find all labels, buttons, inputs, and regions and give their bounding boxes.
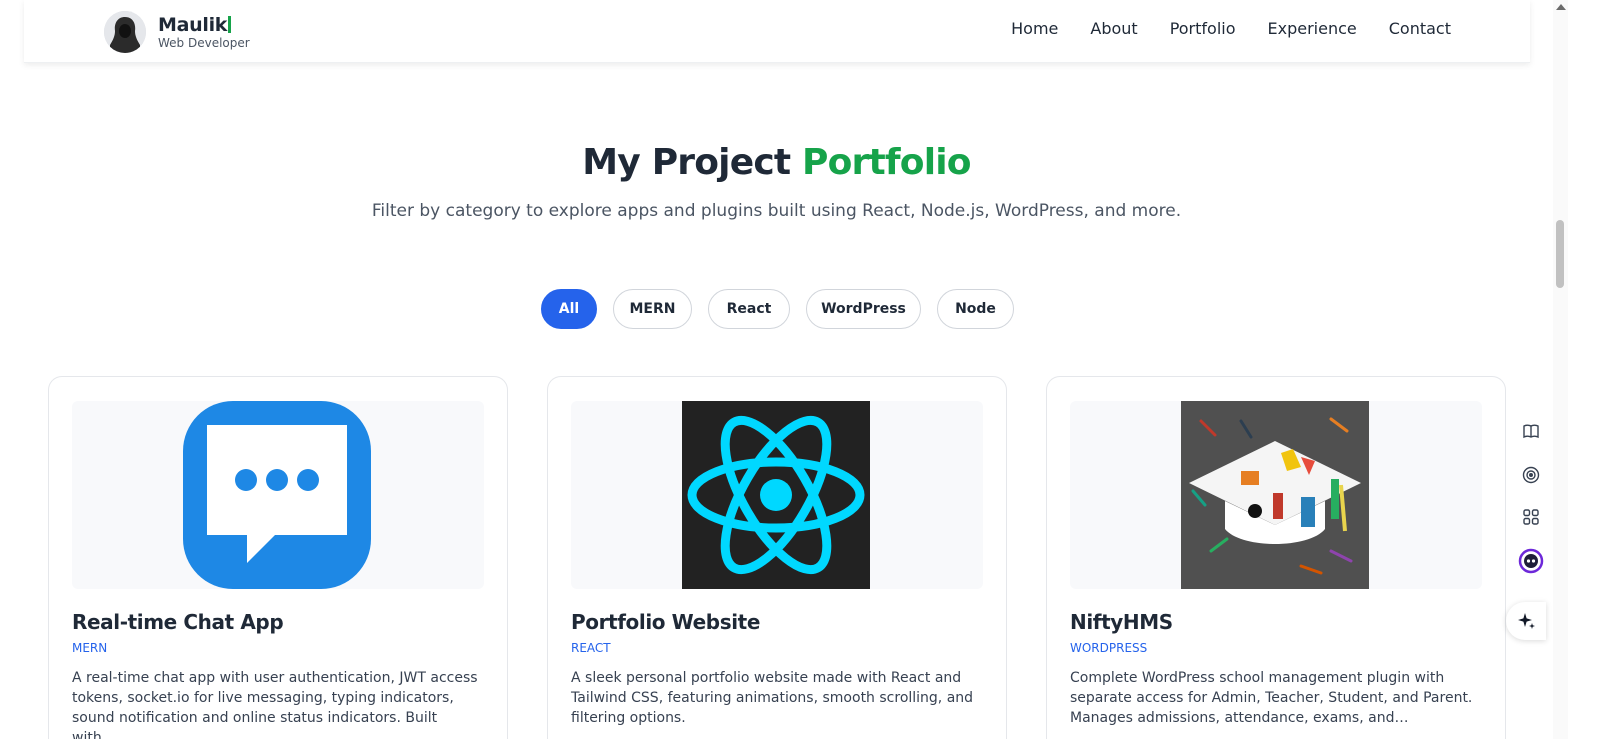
project-image <box>571 401 983 589</box>
project-description: Complete WordPress school management plu… <box>1070 670 1473 726</box>
project-card[interactable]: NiftyHMS WORDPRESS Complete WordPress sc… <box>1046 376 1506 739</box>
project-category: WORDPRESS <box>1070 641 1148 655</box>
assistant-bot-icon[interactable] <box>1512 542 1550 580</box>
book-icon[interactable] <box>1512 412 1550 450</box>
sparkle-ai-icon[interactable] <box>1506 602 1546 640</box>
nav-experience[interactable]: Experience <box>1268 19 1357 38</box>
site-header: Maulik Web Developer Home About Portfoli… <box>24 0 1530 63</box>
brand-subtitle: Web Developer <box>158 36 250 50</box>
react-logo-icon <box>682 401 870 589</box>
project-category: MERN <box>72 641 108 655</box>
typing-cursor <box>228 16 232 33</box>
nav-portfolio[interactable]: Portfolio <box>1170 19 1236 38</box>
filter-react[interactable]: React <box>708 289 790 329</box>
filter-all[interactable]: All <box>541 289 597 329</box>
scrollbar-thumb[interactable] <box>1556 220 1564 288</box>
main-nav: Home About Portfolio Experience Contact <box>1011 19 1451 38</box>
project-title[interactable]: NiftyHMS <box>1070 610 1173 634</box>
project-image <box>72 401 484 589</box>
nav-about[interactable]: About <box>1090 19 1137 38</box>
project-description: A real-time chat app with user authentic… <box>72 670 478 739</box>
filter-node[interactable]: Node <box>937 289 1014 329</box>
avatar <box>104 11 146 53</box>
project-category: REACT <box>571 641 611 655</box>
project-card[interactable]: Portfolio Website REACT A sleek personal… <box>547 376 1007 739</box>
broadcast-icon[interactable] <box>1512 456 1550 494</box>
chat-bubble-icon <box>183 401 371 589</box>
page-scrollbar[interactable] <box>1553 0 1568 739</box>
brand[interactable]: Maulik Web Developer <box>104 11 250 53</box>
project-title[interactable]: Real-time Chat App <box>72 610 284 634</box>
project-image <box>1070 401 1482 589</box>
apps-grid-icon[interactable] <box>1512 498 1550 536</box>
page-title: My Project Portfolio <box>582 142 971 183</box>
nav-contact[interactable]: Contact <box>1389 19 1451 38</box>
project-description: A sleek personal portfolio website made … <box>571 670 974 726</box>
scroll-up-icon[interactable] <box>1556 4 1566 10</box>
graduation-cap-icon <box>1181 401 1369 589</box>
category-filters: All MERN React WordPress Node <box>541 289 1014 329</box>
filter-mern[interactable]: MERN <box>613 289 692 329</box>
filter-wordpress[interactable]: WordPress <box>806 289 921 329</box>
page-subtitle: Filter by category to explore apps and p… <box>371 201 1182 221</box>
brand-name: Maulik <box>158 14 250 36</box>
project-card[interactable]: Real-time Chat App MERN A real-time chat… <box>48 376 508 739</box>
nav-home[interactable]: Home <box>1011 19 1058 38</box>
project-title[interactable]: Portfolio Website <box>571 610 760 634</box>
